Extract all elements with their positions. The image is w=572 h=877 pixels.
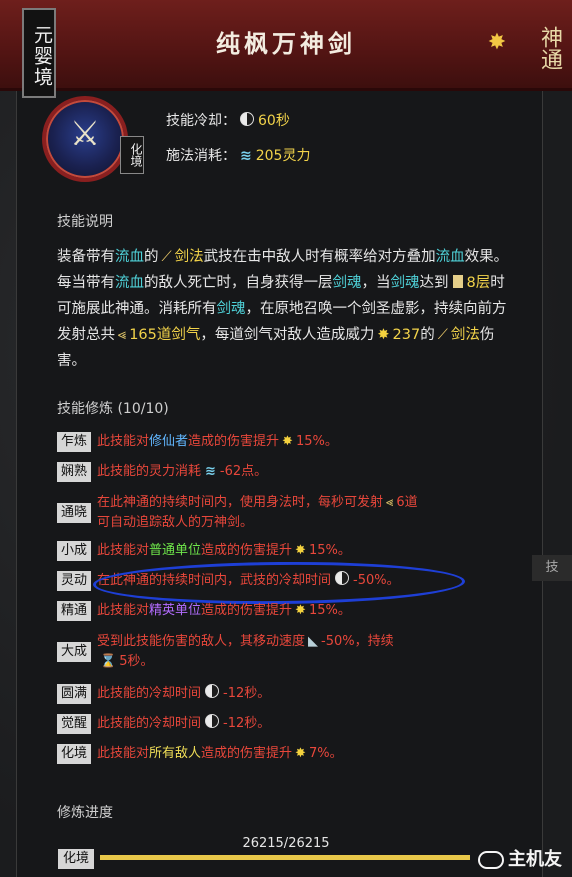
row-tag: 精通 xyxy=(57,601,91,621)
cooldown-icon xyxy=(205,684,220,698)
row-tag: 小成 xyxy=(57,541,91,561)
cultivation-heading: 技能修炼 (10/10) xyxy=(57,401,169,417)
row-tag: 灵动 xyxy=(57,571,91,591)
skill-description: 装备带有流血的 ⟋ 剑法武技在击中敌人时有概率给对方叠加流血效果。每当带有流血的敌人… xyxy=(57,249,509,369)
cooldown-stat: 技能冷却： 60秒 xyxy=(166,110,290,130)
sword-emblem-icon: ⚔ xyxy=(69,114,101,154)
cultivation-row: 通晓 在此神通的持续时间内，使用身法时，每秒可发射 ⪡ 6道 可自动追踪敌人的万神剑。 xyxy=(57,493,519,533)
power-icon: ✸ xyxy=(377,327,390,343)
sword-style-icon-2: ⟋ xyxy=(437,327,448,343)
row-tag: 乍炼 xyxy=(57,432,91,452)
row-tag: 觉醒 xyxy=(57,714,91,734)
scroll-icon xyxy=(452,275,463,288)
burst-icon: ✸ xyxy=(295,746,306,761)
sword-qi-icon: ⪡ xyxy=(118,327,127,343)
cooldown-icon xyxy=(205,714,220,728)
tier-badge: 化境 xyxy=(120,136,144,174)
cost-stat: 施法消耗： ≋ 205灵力 xyxy=(166,145,310,165)
row-tag: 圆满 xyxy=(57,684,91,704)
row-tag: 化境 xyxy=(57,744,91,764)
side-tab[interactable]: 技 xyxy=(532,555,572,581)
seal-logo: 神通 xyxy=(537,26,562,70)
cooldown-value: 60秒 xyxy=(258,113,290,129)
burst-icon: ✸ xyxy=(295,543,306,558)
sword-style-icon: ⟋ xyxy=(161,249,172,265)
burst-icon: ✸ xyxy=(295,603,306,618)
spirit-icon: ≋ xyxy=(205,464,216,479)
progress-heading: 修炼进度 xyxy=(57,805,113,821)
burst-icon: ✸ xyxy=(282,434,293,449)
row-tag: 通晓 xyxy=(57,503,91,523)
progress-tier-tag: 化境 xyxy=(58,849,94,869)
cultivation-row: 大成 受到此技能伤害的敌人，其移动速度 ◣ -50%，持续 ⌛ 5秒。 xyxy=(57,632,519,672)
cost-label: 施法消耗： xyxy=(166,148,236,164)
realm-badge: 元婴境 xyxy=(22,8,56,98)
cooldown-icon xyxy=(240,112,254,126)
sword-qi-icon: ⪡ xyxy=(386,495,394,510)
description-heading: 技能说明 xyxy=(57,214,113,230)
progress-bar xyxy=(100,855,470,860)
sun-icon: ✸ xyxy=(487,30,507,55)
progress-fill xyxy=(100,855,470,860)
slow-icon: ◣ xyxy=(308,634,319,649)
cost-value: 205灵力 xyxy=(255,148,311,164)
skill-icon: ⚔ xyxy=(42,96,128,182)
title-bar: 纯枫万神剑 ✸ 神通 xyxy=(0,0,572,91)
row-tag: 大成 xyxy=(57,642,91,662)
watermark-logo: 主机友 xyxy=(478,845,562,871)
spirit-icon: ≋ xyxy=(240,148,252,164)
gamepad-icon xyxy=(478,851,504,869)
row-tag: 娴熟 xyxy=(57,462,91,482)
cooldown-label: 技能冷却： xyxy=(166,113,236,129)
hourglass-icon: ⌛ xyxy=(100,654,117,669)
